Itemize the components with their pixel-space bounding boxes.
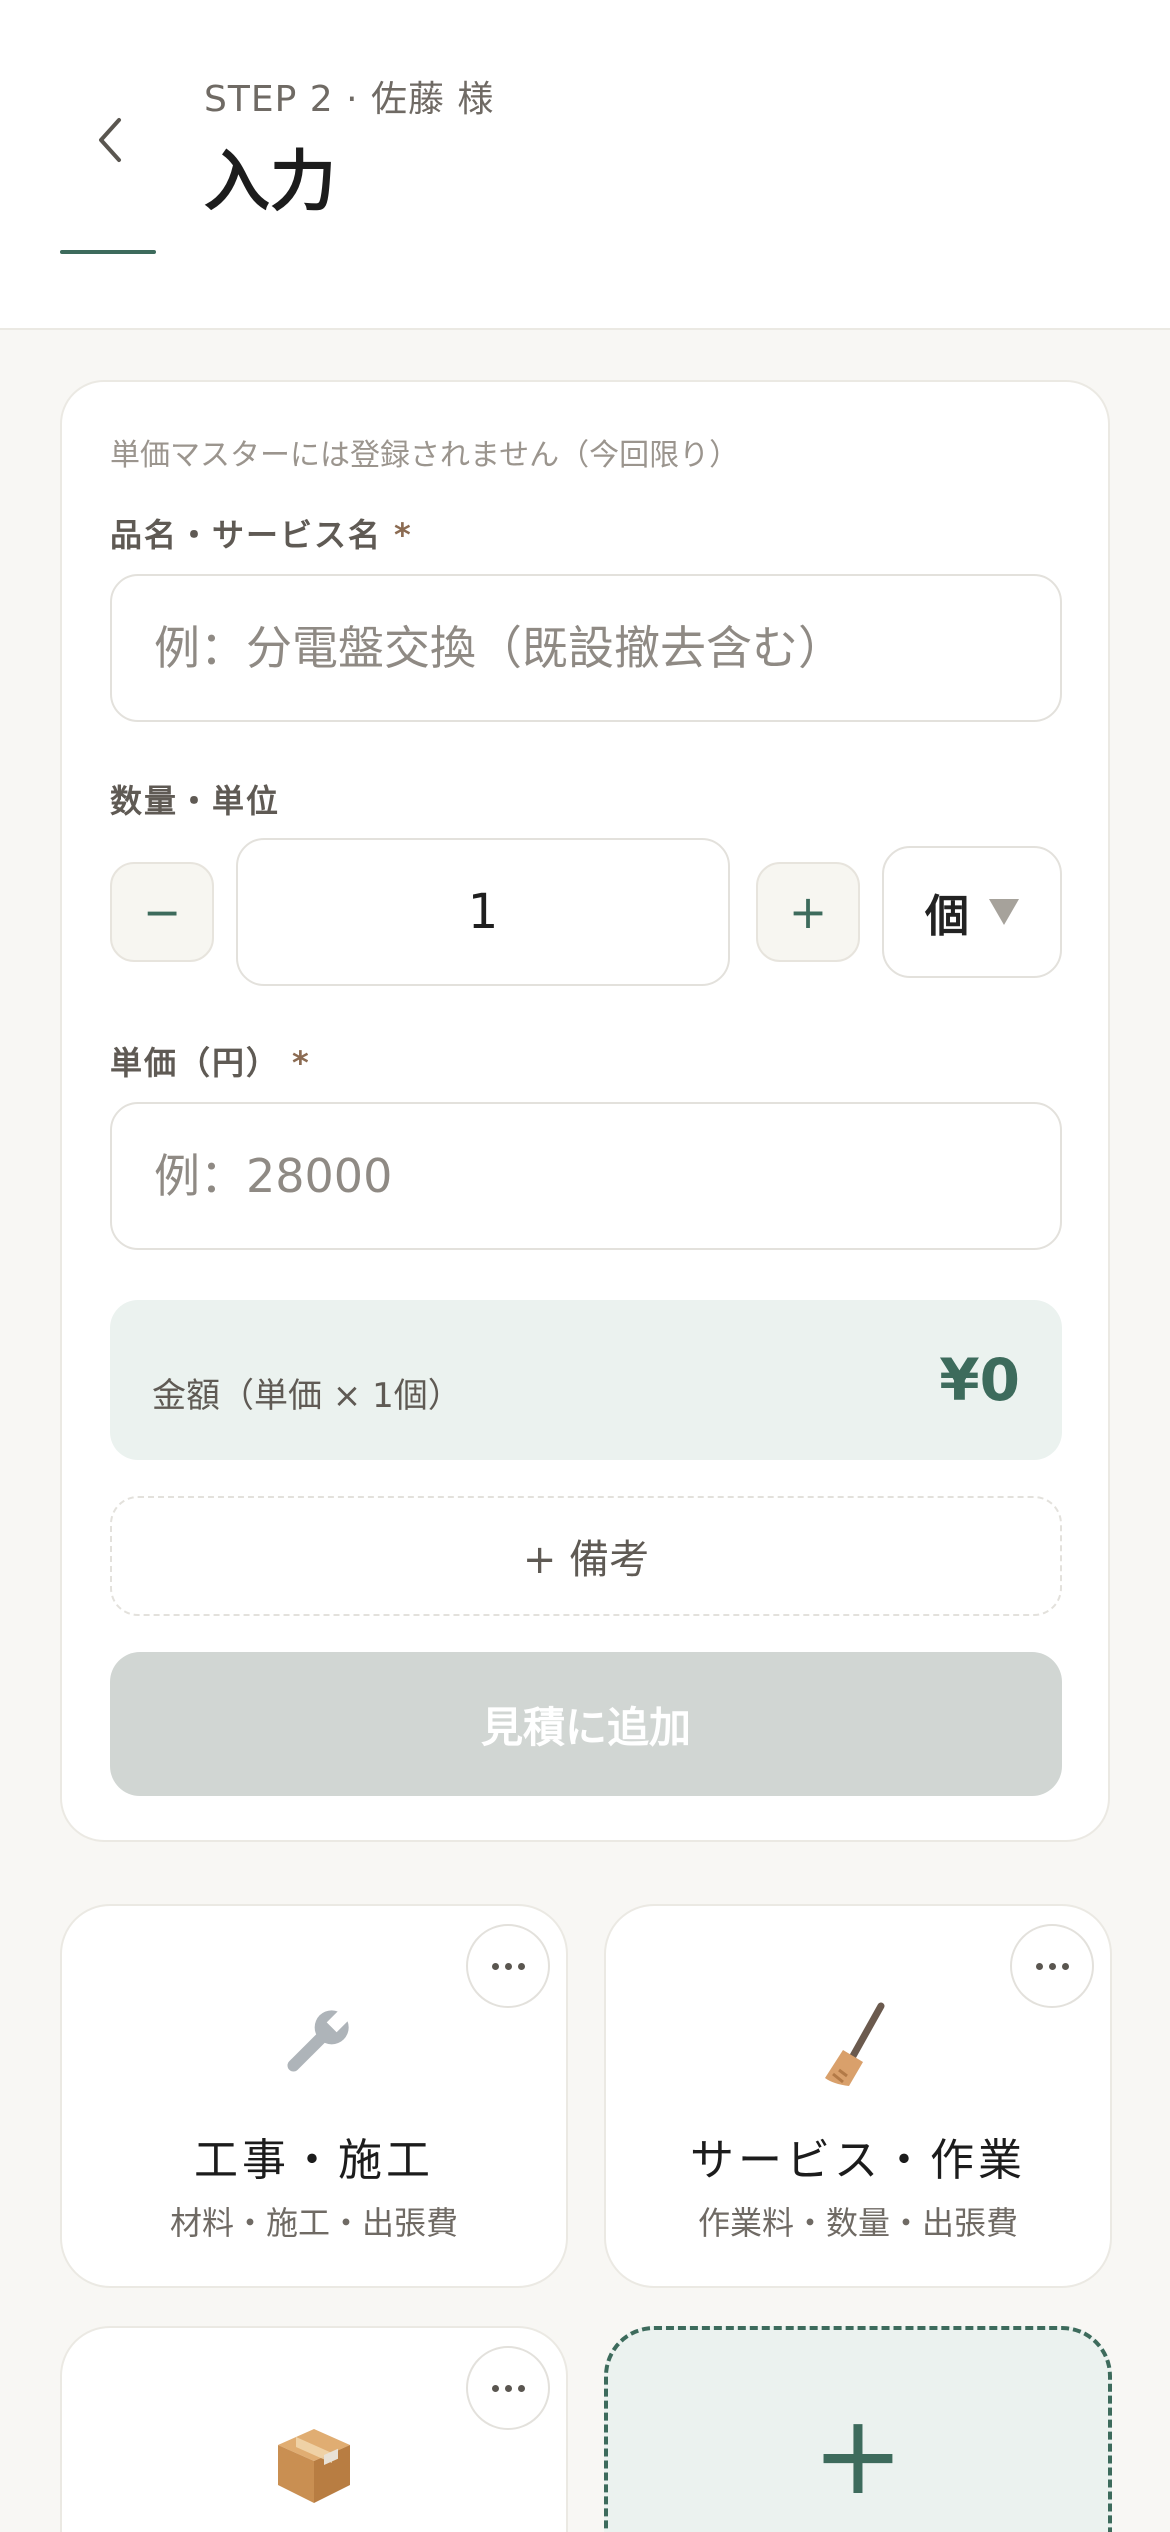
dot-icon bbox=[491, 1962, 499, 1970]
dot-icon bbox=[504, 2384, 512, 2392]
step-indicator: STEP 2 · 佐藤 様 bbox=[204, 79, 495, 120]
unit-value: 個 bbox=[925, 891, 969, 942]
category-card-construction[interactable]: 工事・施工 材料・施工・出張費 bbox=[60, 1904, 568, 2288]
quantity-increment-button[interactable]: + bbox=[756, 862, 860, 962]
back-button[interactable] bbox=[80, 100, 140, 180]
dot-icon bbox=[1048, 1962, 1056, 1970]
chevron-left-icon bbox=[99, 118, 121, 162]
amount-summary: 金額（単価 × 1個） ¥0 bbox=[110, 1300, 1062, 1460]
manual-entry-card: 単価マスターには登録されません（今回限り） 品名・サービス名* 数量・単位 − … bbox=[60, 380, 1110, 1842]
dot-icon bbox=[491, 2384, 499, 2392]
required-mark: * bbox=[292, 1044, 311, 1082]
quantity-decrement-button[interactable]: − bbox=[110, 862, 214, 962]
page-title: 入力 bbox=[204, 142, 336, 220]
dot-icon bbox=[1061, 1962, 1069, 1970]
package-icon bbox=[62, 2410, 566, 2520]
quantity-label: 数量・単位 bbox=[110, 782, 281, 820]
add-remark-button[interactable]: + 備考 bbox=[110, 1496, 1062, 1616]
header: STEP 2 · 佐藤 様 入力 bbox=[0, 0, 1170, 330]
one-time-note: 単価マスターには登録されません（今回限り） bbox=[110, 438, 740, 473]
quantity-input[interactable] bbox=[236, 838, 730, 986]
add-to-estimate-button[interactable]: 見積に追加 bbox=[110, 1652, 1062, 1796]
wrench-icon bbox=[62, 1990, 566, 2100]
item-name-input[interactable] bbox=[110, 574, 1062, 722]
category-card-service[interactable]: サービス・作業 作業料・数量・出張費 bbox=[604, 1904, 1112, 2288]
category-description: 材料・施工・出張費 bbox=[169, 2204, 458, 2242]
add-category-button[interactable]: + bbox=[604, 2326, 1112, 2532]
caret-down-icon bbox=[989, 899, 1019, 925]
category-card-goods[interactable] bbox=[60, 2326, 568, 2532]
category-name: サービス・作業 bbox=[690, 2135, 1026, 2186]
category-name: 工事・施工 bbox=[194, 2135, 434, 2186]
step-progress-mark bbox=[60, 250, 156, 254]
dot-icon bbox=[517, 1962, 525, 1970]
broom-icon bbox=[606, 1990, 1110, 2100]
unit-select[interactable]: 個 bbox=[882, 846, 1062, 978]
dot-icon bbox=[504, 1962, 512, 1970]
unit-price-label: 単価（円） * bbox=[110, 1044, 311, 1082]
dot-icon bbox=[517, 2384, 525, 2392]
category-description: 作業料・数量・出張費 bbox=[697, 2204, 1018, 2242]
amount-label: 金額（単価 × 1個） bbox=[152, 1376, 462, 1416]
unit-price-input[interactable] bbox=[110, 1102, 1062, 1250]
item-name-label: 品名・サービス名 * bbox=[110, 516, 413, 554]
plus-icon: + bbox=[811, 2391, 905, 2519]
required-mark: * bbox=[394, 516, 413, 554]
amount-value: ¥0 bbox=[939, 1346, 1020, 1414]
dot-icon bbox=[1035, 1962, 1043, 1970]
